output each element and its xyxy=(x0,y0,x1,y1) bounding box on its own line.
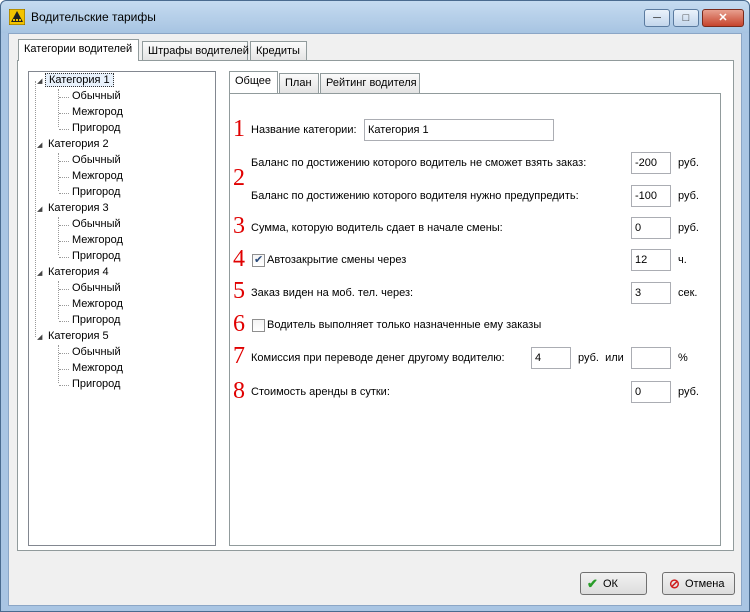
order-visible-label: Заказ виден на моб. тел. через: xyxy=(251,287,414,299)
cancel-button-label: Отмена xyxy=(685,578,725,590)
collapse-icon[interactable]: ◢ xyxy=(37,333,45,341)
category-name-label: Название категории: xyxy=(251,124,357,136)
tree-item-regular[interactable]: Обычный xyxy=(72,218,121,233)
maximize-button[interactable]: □ xyxy=(673,9,699,27)
tree-item-intercity[interactable]: Межгород xyxy=(72,298,123,313)
window-title: Водительские тарифы xyxy=(31,10,156,24)
tree-item-regular[interactable]: Обычный xyxy=(72,282,121,297)
auto-close-label[interactable]: Автозакрытие смены через xyxy=(267,254,406,266)
commission-label: Комиссия при переводе денег другому води… xyxy=(251,352,505,364)
assigned-only-checkbox[interactable] xyxy=(252,319,265,332)
order-visible-seconds-input[interactable]: 3 xyxy=(631,282,671,304)
tab-general[interactable]: Общее xyxy=(229,71,278,93)
commission-rub-input[interactable]: 4 xyxy=(531,347,571,369)
tree-item-regular[interactable]: Обычный xyxy=(72,90,121,105)
tab-driver-fines[interactable]: Штрафы водителей xyxy=(142,41,249,61)
tab-driver-rating[interactable]: Рейтинг водителя xyxy=(320,73,420,93)
tree-item-intercity[interactable]: Межгород xyxy=(72,362,123,377)
tree-item-suburb[interactable]: Пригород xyxy=(72,122,120,137)
annotation-number-4: 4 xyxy=(233,246,245,272)
collapse-icon[interactable]: ◢ xyxy=(37,77,45,85)
check-icon: ✔ xyxy=(587,576,598,591)
rent-input[interactable]: 0 xyxy=(631,381,671,403)
tree-category-1[interactable]: ◢ Категория 1 xyxy=(37,73,114,89)
ok-button-label: ОК xyxy=(603,578,618,590)
tree-item-regular[interactable]: Обычный xyxy=(72,154,121,169)
rub-unit: руб. xyxy=(678,190,699,202)
tree-item-suburb[interactable]: Пригород xyxy=(72,314,120,329)
collapse-icon[interactable]: ◢ xyxy=(37,205,45,213)
rent-label: Стоимость аренды в сутки: xyxy=(251,386,390,398)
category-name-input[interactable]: Категория 1 xyxy=(364,119,554,141)
commission-rub-or-label: руб. или xyxy=(578,352,624,364)
tab-driver-categories[interactable]: Категории водителей xyxy=(18,39,139,61)
tree-item-suburb[interactable]: Пригород xyxy=(72,250,120,265)
tree-category-5[interactable]: ◢ Категория 5 xyxy=(37,330,112,345)
tab-plan[interactable]: План xyxy=(279,73,319,93)
collapse-icon[interactable]: ◢ xyxy=(37,141,45,149)
balance-block-input[interactable]: -200 xyxy=(631,152,671,174)
assigned-only-label[interactable]: Водитель выполняет только назначенные ем… xyxy=(267,319,541,331)
collapse-icon[interactable]: ◢ xyxy=(37,269,45,277)
seconds-unit: сек. xyxy=(678,287,698,299)
commission-percent-input[interactable] xyxy=(631,347,671,369)
general-settings-panel: 1 Название категории: Категория 1 2 Бала… xyxy=(229,93,721,546)
annotation-number-3: 3 xyxy=(233,213,245,239)
tree-item-intercity[interactable]: Межгород xyxy=(72,170,123,185)
categories-panel: ◢ Категория 1 Обычный Межгород Пригород ◢… xyxy=(17,60,734,551)
tree-item-intercity[interactable]: Межгород xyxy=(72,106,123,121)
category-tree[interactable]: ◢ Категория 1 Обычный Межгород Пригород ◢… xyxy=(28,71,216,546)
title-bar[interactable]: Водительские тарифы ─ □ ✕ xyxy=(1,1,749,33)
shift-sum-label: Сумма, которую водитель сдает в начале с… xyxy=(251,222,503,234)
rub-unit: руб. xyxy=(678,157,699,169)
tree-category-4[interactable]: ◢ Категория 4 xyxy=(37,266,112,281)
auto-close-checkbox[interactable] xyxy=(252,253,265,267)
tree-item-suburb[interactable]: Пригород xyxy=(72,186,120,201)
annotation-number-2: 2 xyxy=(233,165,245,191)
minimize-button[interactable]: ─ xyxy=(644,9,670,27)
annotation-number-1: 1 xyxy=(233,116,245,142)
auto-close-hours-input[interactable]: 12 xyxy=(631,249,671,271)
percent-unit: % xyxy=(678,352,688,364)
cancel-button[interactable]: ⊘ Отмена xyxy=(662,572,735,595)
cancel-icon: ⊘ xyxy=(669,576,680,591)
ok-button[interactable]: ✔ ОК xyxy=(580,572,647,595)
balance-block-label: Баланс по достижению которого водитель н… xyxy=(251,157,587,169)
hours-unit: ч. xyxy=(678,254,687,266)
tree-item-suburb[interactable]: Пригород xyxy=(72,378,120,393)
tree-category-2[interactable]: ◢ Категория 2 xyxy=(37,138,112,153)
close-button[interactable]: ✕ xyxy=(702,9,744,27)
balance-warn-input[interactable]: -100 xyxy=(631,185,671,207)
tree-item-regular[interactable]: Обычный xyxy=(72,346,121,361)
annotation-number-5: 5 xyxy=(233,278,245,304)
rub-unit: руб. xyxy=(678,386,699,398)
driver-tariffs-window: Водительские тарифы ─ □ ✕ Категории води… xyxy=(0,0,750,612)
balance-warn-label: Баланс по достижению которого водителя н… xyxy=(251,190,579,202)
tab-credits[interactable]: Кредиты xyxy=(250,41,307,61)
window-client: Категории водителей Штрафы водителей Кре… xyxy=(8,33,742,606)
app-icon xyxy=(9,9,25,25)
tree-category-3[interactable]: ◢ Категория 3 xyxy=(37,202,112,217)
annotation-number-6: 6 xyxy=(233,311,245,337)
shift-sum-input[interactable]: 0 xyxy=(631,217,671,239)
annotation-number-8: 8 xyxy=(233,378,245,404)
rub-unit: руб. xyxy=(678,222,699,234)
tree-item-intercity[interactable]: Межгород xyxy=(72,234,123,249)
annotation-number-7: 7 xyxy=(233,343,245,369)
